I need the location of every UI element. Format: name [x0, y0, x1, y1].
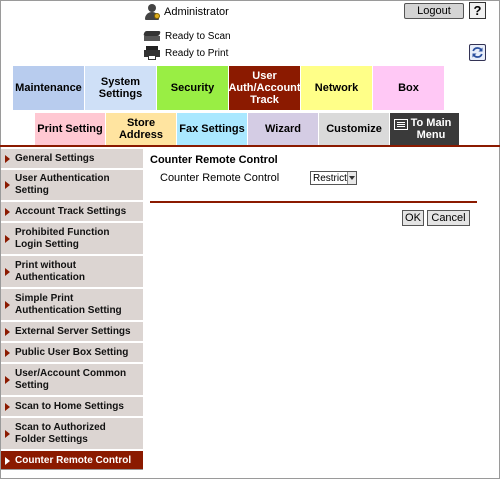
refresh-button[interactable] [469, 44, 486, 61]
arrow-right-icon [5, 348, 10, 357]
sidebar-item-label: Scan to Authorized Folder Settings [15, 421, 106, 445]
sidebar-item-label: Prohibited Function Login Setting [15, 226, 110, 250]
content-divider [150, 201, 477, 203]
arrow-right-icon [5, 267, 10, 276]
arrow-right-icon [5, 327, 10, 336]
subtab-customize[interactable]: Customize [319, 113, 390, 145]
tab-network[interactable]: Network [301, 66, 373, 110]
user-label: Administrator [164, 6, 229, 18]
scan-status: Ready to Scan [143, 29, 231, 43]
sidebar-bottom-divider [1, 469, 143, 470]
tab-system-settings[interactable]: System Settings [85, 66, 157, 110]
sidebar-item-general-settings[interactable]: General Settings [1, 149, 143, 170]
arrow-right-icon [5, 207, 10, 216]
sidebar-item-label: Counter Remote Control [15, 454, 132, 466]
arrow-right-icon [5, 300, 10, 309]
arrow-right-icon [5, 154, 10, 163]
cancel-button[interactable]: Cancel [427, 210, 470, 226]
chevron-down-icon [346, 172, 356, 184]
print-status: Ready to Print [144, 46, 228, 60]
sidebar-item-label: Scan to Home Settings [15, 400, 124, 412]
refresh-icon [472, 47, 483, 58]
sidebar-item-user-authentication-setting[interactable]: User Authentication Setting [1, 170, 143, 202]
subtab-store-address[interactable]: Store Address [106, 113, 177, 145]
arrow-right-icon [5, 402, 10, 411]
tab-box[interactable]: Box [373, 66, 445, 110]
print-status-text: Ready to Print [165, 47, 229, 59]
arrow-right-icon [5, 429, 10, 438]
sidebar-item-public-user-box-setting[interactable]: Public User Box Setting [1, 343, 143, 364]
sidebar-item-label: Simple Print Authentication Setting [15, 292, 122, 316]
sidebar-item-prohibited-function-login-setting[interactable]: Prohibited Function Login Setting [1, 223, 143, 256]
administrator-icon [144, 4, 160, 20]
counter-remote-control-select[interactable]: Restrict [310, 171, 357, 185]
sidebar-item-simple-print-authentication-setting[interactable]: Simple Print Authentication Setting [1, 289, 143, 322]
scanner-icon [143, 31, 161, 41]
sidebar-item-label: Public User Box Setting [15, 346, 129, 358]
sidebar-item-label: General Settings [15, 152, 95, 164]
logout-button[interactable]: Logout [404, 3, 464, 19]
subtab-fax-settings[interactable]: Fax Settings [177, 113, 248, 145]
user-indicator: Administrator [144, 4, 229, 20]
to-main-menu-label: To Main Menu [410, 117, 452, 141]
sidebar-item-external-server-settings[interactable]: External Server Settings [1, 322, 143, 343]
arrow-right-icon [5, 456, 10, 465]
sidebar-item-label: User/Account Common Setting [15, 367, 127, 391]
subtab-wizard[interactable]: Wizard [248, 113, 319, 145]
sidebar-item-account-track-settings[interactable]: Account Track Settings [1, 202, 143, 223]
subtab-print-setting[interactable]: Print Setting [35, 113, 106, 145]
sidebar-item-label: Account Track Settings [15, 205, 127, 217]
tab-user-auth-account-track[interactable]: User Auth/Account Track [228, 66, 301, 110]
scan-status-text: Ready to Scan [165, 30, 231, 42]
arrow-right-icon [5, 375, 10, 384]
sidebar-item-label: User Authentication Setting [15, 173, 110, 196]
sidebar-item-label: External Server Settings [15, 325, 131, 337]
header-divider [0, 145, 500, 147]
sub-tabs: Print Setting Store Address Fax Settings… [35, 113, 460, 145]
tab-maintenance[interactable]: Maintenance [13, 66, 85, 110]
to-main-menu-button[interactable]: To Main Menu [390, 113, 460, 145]
sidebar-menu: General Settings User Authentication Set… [1, 149, 143, 472]
page-title: Counter Remote Control [150, 154, 278, 166]
tab-security[interactable]: Security [157, 66, 229, 110]
help-button[interactable]: ? [469, 2, 486, 19]
sidebar-item-print-without-authentication[interactable]: Print without Authentication [1, 256, 143, 289]
main-menu-icon [394, 119, 408, 130]
counter-remote-control-label: Counter Remote Control [160, 172, 280, 184]
arrow-right-icon [5, 181, 10, 189]
sidebar-item-scan-to-home-settings[interactable]: Scan to Home Settings [1, 397, 143, 418]
sidebar-item-label: Print without Authentication [15, 259, 85, 283]
ok-button[interactable]: OK [402, 210, 424, 226]
sidebar-item-scan-to-authorized-folder-settings[interactable]: Scan to Authorized Folder Settings [1, 418, 143, 451]
main-tabs: Maintenance System Settings Security Use… [13, 66, 445, 110]
arrow-right-icon [5, 234, 10, 243]
select-value: Restrict [313, 172, 347, 184]
printer-icon [144, 46, 160, 60]
sidebar-item-user-account-common-setting[interactable]: User/Account Common Setting [1, 364, 143, 397]
